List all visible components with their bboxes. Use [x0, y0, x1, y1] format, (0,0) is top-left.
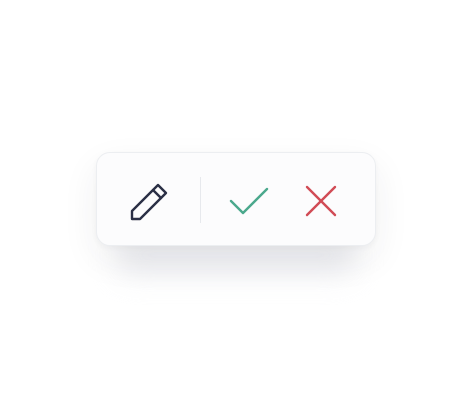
toolbar-divider: [200, 177, 201, 223]
edit-button[interactable]: [127, 177, 177, 223]
check-icon: [229, 187, 269, 215]
x-icon: [305, 185, 337, 217]
canvas: [0, 0, 472, 400]
pencil-icon: [130, 183, 168, 221]
confirm-button[interactable]: [225, 181, 273, 221]
edit-actions-toolbar: [96, 152, 376, 246]
cancel-button[interactable]: [299, 181, 343, 221]
